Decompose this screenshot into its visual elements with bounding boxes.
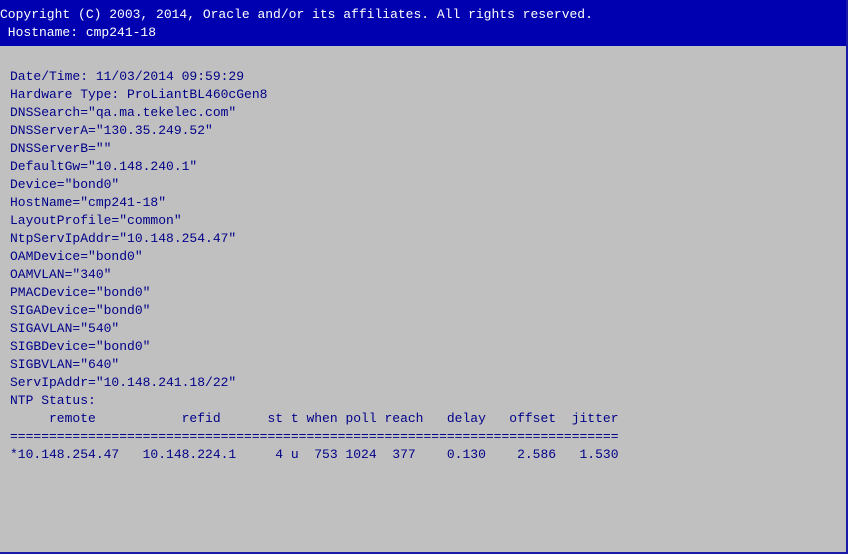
oam-vlan-line: OAMVLAN="340" (10, 267, 112, 282)
terminal-header: Copyright (C) 2003, 2014, Oracle and/or … (0, 0, 846, 46)
layout-profile-line: LayoutProfile="common" (10, 213, 182, 228)
siga-vlan-line: SIGAVLAN="540" (10, 321, 120, 336)
hostname-config-line: HostName="cmp241-18" (10, 195, 167, 210)
hardware-type-line: Hardware Type: ProLiantBL460cGen8 (10, 87, 268, 102)
sigb-vlan-line: SIGBVLAN="640" (10, 357, 120, 372)
dns-search-line: DNSSearch="qa.ma.tekelec.com" (10, 105, 237, 120)
ntp-serv-ip-line: NtpServIpAddr="10.148.254.47" (10, 231, 237, 246)
serv-ip-line: ServIpAddr="10.148.241.18/22" (10, 375, 237, 390)
terminal-output: Date/Time: 11/03/2014 09:59:29 Hardware … (10, 68, 830, 464)
pmac-device-line: PMACDevice="bond0" (10, 285, 151, 300)
ntp-column-headers: remote refid st t when poll reach delay … (10, 411, 619, 426)
dns-server-b-line: DNSServerB="" (10, 141, 112, 156)
oam-device-line: OAMDevice="bond0" (10, 249, 143, 264)
dns-server-a-line: DNSServerA="130.35.249.52" (10, 123, 213, 138)
device-line: Device="bond0" (10, 177, 120, 192)
datetime-line: Date/Time: 11/03/2014 09:59:29 (10, 69, 245, 84)
terminal-screen[interactable]: Copyright (C) 2003, 2014, Oracle and/or … (0, 0, 848, 554)
ntp-peer-row: *10.148.254.47 10.148.224.1 4 u 753 1024… (10, 447, 619, 462)
sigb-device-line: SIGBDevice="bond0" (10, 339, 151, 354)
default-gw-line: DefaultGw="10.148.240.1" (10, 159, 198, 174)
siga-device-line: SIGADevice="bond0" (10, 303, 151, 318)
ntp-separator: ========================================… (10, 429, 619, 444)
ntp-status-label: NTP Status: (10, 393, 96, 408)
copyright-line: Copyright (C) 2003, 2014, Oracle and/or … (0, 7, 593, 22)
hostname-line: Hostname: cmp241-18 (0, 25, 157, 40)
